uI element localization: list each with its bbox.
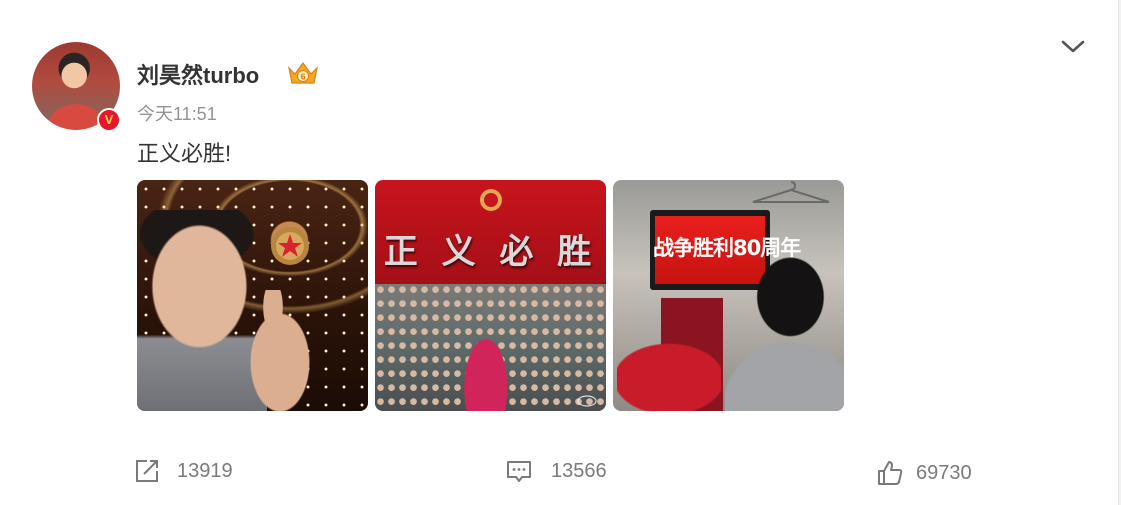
post-timestamp[interactable]: 今天11:51 (137, 100, 217, 126)
chevron-down-icon[interactable] (1060, 36, 1086, 58)
author-name[interactable]: 刘昊然turbo (137, 58, 259, 90)
repost-count: 13919 (177, 459, 233, 482)
comment-icon (507, 461, 531, 482)
thumb-up-icon (878, 461, 903, 485)
like-button[interactable]: 69730 (876, 458, 972, 488)
man-back (725, 248, 844, 411)
photo-selfie-thumbs-up[interactable] (137, 180, 368, 411)
group-crowd (375, 284, 606, 411)
share-icon (136, 460, 158, 482)
weibo-watermark-icon (577, 395, 597, 407)
post-text: 正义必胜! (137, 141, 232, 166)
photo-group-banner[interactable]: 正 义 必 胜 (375, 180, 606, 411)
photo-backstage-tv[interactable]: 战争胜利80周年 (613, 180, 844, 411)
weibo-post-card: V 刘昊然turbo 6 今天11:51 正义必胜! 正 义 必 胜 13919… (0, 0, 1119, 505)
vip-crown-icon[interactable]: 6 (286, 58, 320, 88)
thumbs-up-hand (245, 290, 315, 411)
red-star-emblem-icon (271, 227, 309, 265)
anniversary-logo-icon (480, 189, 502, 211)
comment-count: 13566 (551, 459, 607, 482)
like-count: 69730 (916, 461, 972, 484)
verified-badge-icon: V (97, 108, 121, 132)
repost-button[interactable]: 13919 (133, 456, 233, 486)
svg-text:6: 6 (300, 73, 306, 82)
red-bag (617, 340, 721, 411)
hanger-icon (752, 181, 830, 203)
comment-button[interactable]: 13566 (505, 456, 607, 486)
banner-text: 正 义 必 胜 (383, 232, 598, 272)
